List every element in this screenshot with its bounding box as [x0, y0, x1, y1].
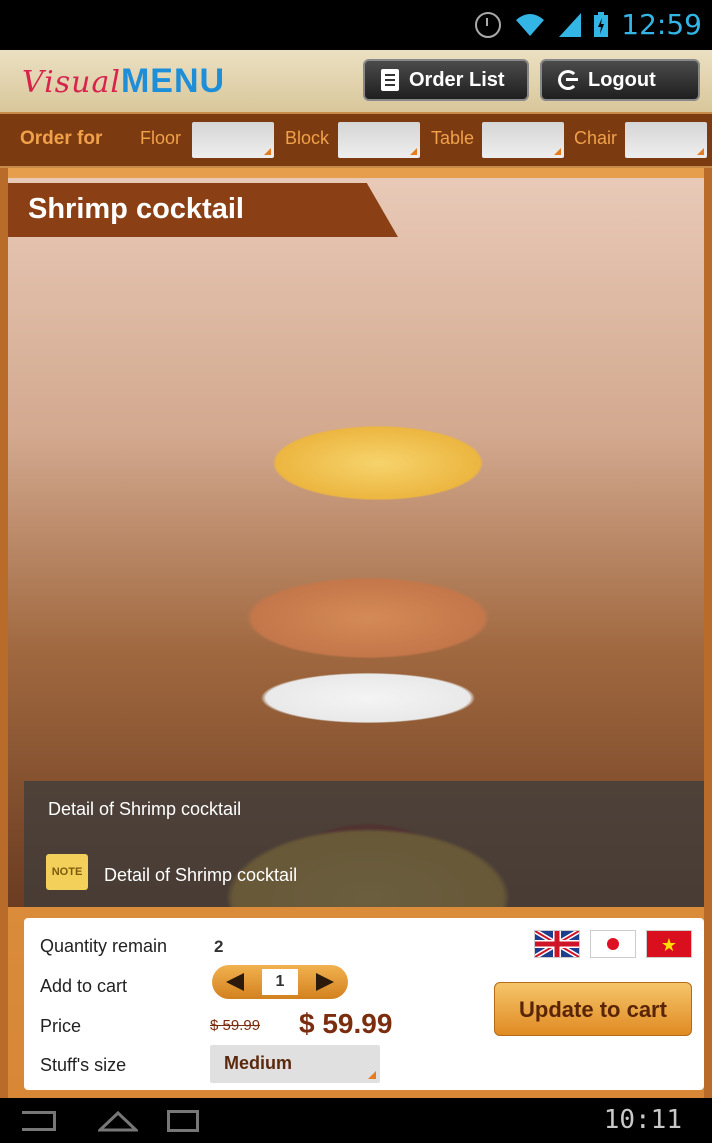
dish-title: Shrimp cocktail — [28, 193, 244, 225]
dish-title-ribbon: Shrimp cocktail — [8, 183, 398, 237]
order-panel: Quantity remain 2 Add to cart 1 Price $ … — [24, 918, 704, 1090]
quantity-value[interactable]: 1 — [262, 969, 298, 995]
size-select[interactable]: Medium — [210, 1045, 380, 1083]
chair-label: Chair — [574, 128, 618, 148]
alarm-icon — [475, 11, 502, 38]
update-to-cart-button[interactable]: Update to cart — [494, 982, 692, 1036]
navigation-bar: 10:11 — [0, 1098, 712, 1143]
current-price: $ 59.99 — [299, 1008, 393, 1039]
home-icon[interactable] — [96, 1110, 140, 1132]
old-price: $ 59.99 — [210, 1017, 261, 1034]
dish-note-detail: Detail of Shrimp cocktail — [104, 865, 298, 885]
order-for-label: Order for — [20, 128, 103, 149]
order-list-label: Order List — [409, 68, 505, 91]
order-list-button[interactable]: Order List — [363, 59, 529, 101]
status-bar: 12:59 — [0, 0, 712, 50]
logo-menu-text: MENU — [120, 62, 226, 100]
japan-flag-icon[interactable] — [590, 930, 636, 958]
app-header: VisualMENU Order List Logout — [0, 50, 712, 112]
add-to-cart-label: Add to cart — [40, 976, 128, 996]
status-time: 12:59 — [621, 8, 702, 41]
size-value: Medium — [224, 1053, 293, 1073]
clipboard-icon — [381, 69, 399, 91]
size-label: Stuff's size — [40, 1055, 127, 1075]
logout-icon — [558, 70, 578, 90]
quantity-stepper: 1 — [212, 965, 348, 999]
logout-label: Logout — [588, 68, 656, 91]
block-select[interactable] — [338, 122, 420, 158]
back-icon[interactable] — [22, 1111, 56, 1131]
floor-select[interactable] — [192, 122, 274, 158]
chair-select[interactable] — [625, 122, 707, 158]
vietnam-flag-icon[interactable]: ★ — [646, 930, 692, 958]
battery-icon — [593, 11, 609, 38]
dish-description-overlay: Detail of Shrimp cocktail NOTE Detail of… — [24, 781, 704, 907]
order-for-bar: Order for Floor Block Table Chair — [0, 112, 712, 168]
language-flags: ★ — [533, 928, 692, 960]
quantity-remain-value: 2 — [214, 937, 224, 956]
floor-label: Floor — [140, 128, 182, 148]
note-icon: NOTE — [46, 854, 88, 890]
recent-apps-icon[interactable] — [167, 1110, 199, 1132]
dish-detail: Detail of Shrimp cocktail — [48, 799, 242, 819]
logo-visual-text: Visual — [22, 65, 121, 100]
visual-menu-logo: VisualMENU — [22, 62, 225, 101]
block-label: Block — [285, 128, 330, 148]
wifi-icon — [513, 12, 547, 38]
decrease-arrow-icon[interactable] — [226, 973, 244, 991]
quantity-remain-label: Quantity remain — [40, 936, 168, 956]
price-label: Price — [40, 1016, 82, 1036]
logout-button[interactable]: Logout — [540, 59, 700, 101]
table-label: Table — [431, 128, 475, 148]
table-select[interactable] — [482, 122, 564, 158]
uk-flag-icon[interactable] — [533, 928, 581, 960]
nav-clock: 10:11 — [603, 1105, 682, 1135]
increase-arrow-icon[interactable] — [316, 973, 334, 991]
signal-icon — [559, 12, 582, 37]
